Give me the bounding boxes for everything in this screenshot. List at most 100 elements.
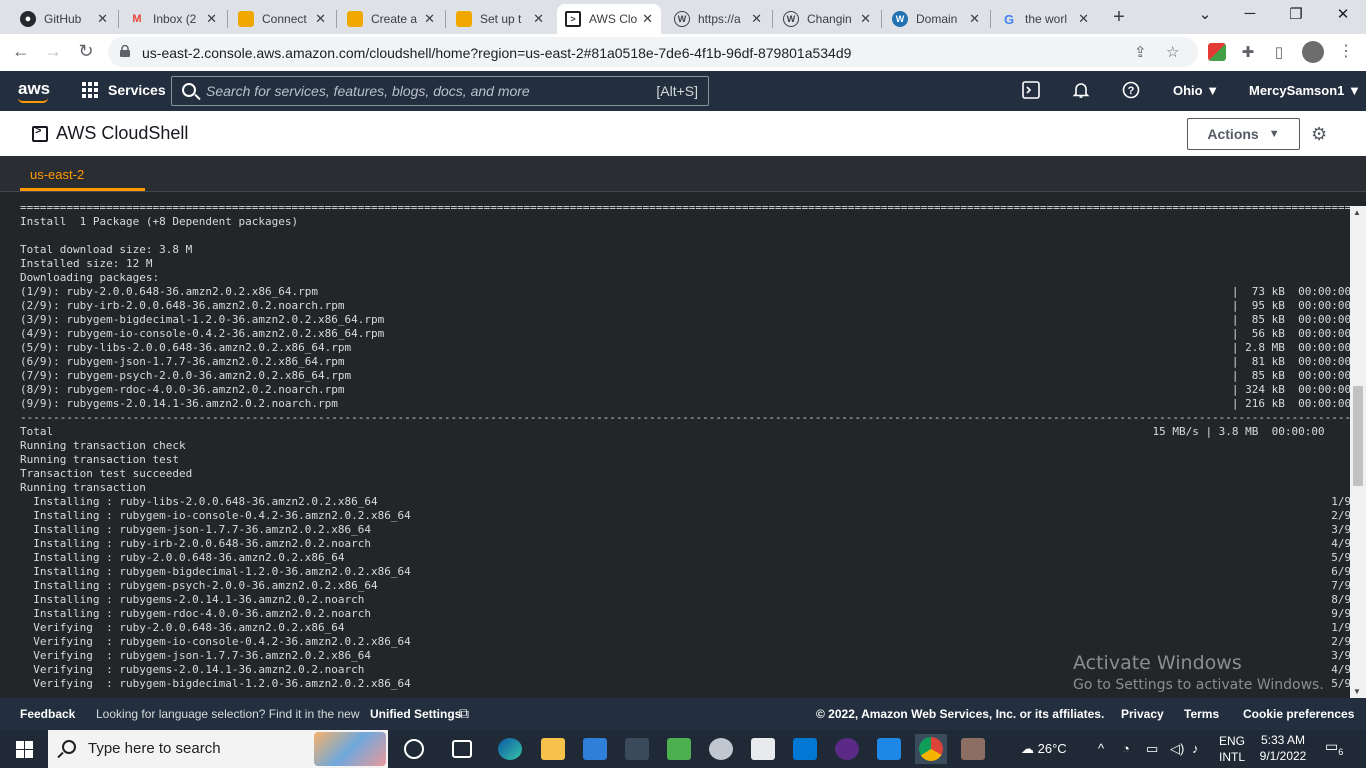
close-icon[interactable]: ✕ [751,11,762,27]
app-icon-2[interactable] [667,738,691,760]
close-icon[interactable]: ✕ [642,11,653,27]
terminal-scrollbar[interactable]: ▲ ▼ [1350,206,1366,698]
privacy-link[interactable]: Privacy [1121,707,1164,721]
app-icon-4[interactable] [835,738,859,760]
terminal-line: Running transaction check [20,439,186,452]
tab-label: https://a [698,12,741,26]
tab-google[interactable]: G the worl ✕ [993,4,1097,34]
edge-icon[interactable] [498,738,522,760]
gear-icon[interactable]: ⚙ [1311,124,1327,145]
windows-start-icon[interactable] [16,741,33,758]
help-icon[interactable]: ? [1122,81,1140,99]
share-icon[interactable]: ⇪ [1134,43,1147,61]
chevron-up-icon[interactable]: ^ [1098,741,1104,756]
tab-setup[interactable]: Set up t ✕ [448,4,552,34]
feedback-link[interactable]: Feedback [20,707,75,721]
region-selector[interactable]: Ohio ▼ [1173,83,1219,98]
actions-button[interactable]: Actions ▼ [1187,118,1300,150]
tab-us-east-2[interactable]: us-east-2 [20,156,145,191]
terminal-line: ----------------------------------------… [20,411,1352,424]
address-bar[interactable]: us-east-2.console.aws.amazon.com/cloudsh… [108,37,1198,67]
weather-widget[interactable]: ☁ 26°C [1021,741,1067,757]
tab-gmail[interactable]: M Inbox (2 ✕ [121,4,225,34]
chrome-taskbar-active[interactable] [915,734,947,764]
bell-icon[interactable] [1072,81,1090,99]
network-icon[interactable]: ◔ [1122,741,1130,756]
reload-button[interactable]: ↻ [75,41,97,62]
side-panel-icon[interactable]: ▯ [1268,43,1290,61]
menu-dots-icon[interactable]: ⋮ [1335,41,1357,61]
back-button[interactable]: ← [10,41,32,62]
profile-avatar[interactable] [1302,41,1324,63]
clock-time: 5:33 AM [1260,733,1306,747]
close-icon[interactable]: ✕ [969,11,980,27]
close-icon[interactable]: ✕ [97,11,108,27]
tab-create[interactable]: Create a ✕ [339,4,443,34]
tab-https[interactable]: W https://a ✕ [666,4,770,34]
tab-changing[interactable]: W Changin ✕ [775,4,879,34]
tab-search-chevron-icon[interactable]: ⌄ [1195,5,1215,23]
services-menu[interactable]: Services [82,82,166,98]
photos-icon[interactable] [877,738,901,760]
taskbar-search-input[interactable]: Type here to search [48,730,388,768]
extension-icon[interactable] [1208,43,1226,61]
aws-logo[interactable]: aws [18,79,50,99]
cookie-preferences-link[interactable]: Cookie preferences [1243,707,1354,721]
close-icon[interactable]: ✕ [533,11,544,27]
lock-icon [120,45,130,57]
terminal-line: (2/9): ruby-irb-2.0.0.648-36.amzn2.0.2.n… [20,299,1352,312]
bookmark-star-icon[interactable]: ☆ [1166,43,1179,61]
cloudshell-icon[interactable] [1022,81,1040,99]
close-icon[interactable]: ✕ [1078,11,1089,27]
close-icon[interactable]: ✕ [424,11,435,27]
github-icon: ● [20,11,36,27]
search-input[interactable]: Search for services, features, blogs, do… [171,76,709,106]
minimize-button[interactable]: ─ [1240,5,1260,22]
app-icon[interactable] [625,738,649,760]
scroll-down-arrow-icon[interactable]: ▼ [1353,687,1361,696]
terminal-line: (6/9): rubygem-json-1.7.7-36.amzn2.0.2.x… [20,355,1352,368]
tab-github[interactable]: ● GitHub ✕ [12,4,116,34]
terminal-line: Total 15 MB/s | 3.8 MB 00:00:00 [20,425,1325,438]
restore-button[interactable]: ❐ [1286,5,1306,23]
close-icon[interactable]: ✕ [860,11,871,27]
puzzle-extensions-icon[interactable]: ✚ [1237,43,1259,61]
app-icon-3[interactable] [709,738,733,760]
vscode-icon[interactable] [793,738,817,760]
tab-connect[interactable]: Connect ✕ [230,4,334,34]
chrome-icon [919,737,943,761]
terminal-line: Total download size: 3.8 M [20,243,193,256]
forward-button[interactable]: → [42,41,64,62]
terminal-pane[interactable]: ========================================… [0,192,1366,698]
task-view-icon[interactable] [452,740,472,758]
close-icon[interactable]: ✕ [206,11,217,27]
cortana-icon[interactable] [404,739,424,759]
tab-domain[interactable]: W Domain ✕ [884,4,988,34]
language-indicator[interactable]: ENG INTL [1219,733,1245,765]
file-explorer-icon[interactable] [541,738,565,760]
tab-aws-cloudshell[interactable]: > AWS Clo ✕ [557,4,661,34]
winrar-icon[interactable] [961,738,985,760]
wordpress-icon: W [892,11,908,27]
speaker-icon[interactable]: ♪ [1192,741,1199,756]
console-footer: Feedback Looking for language selection?… [0,698,1366,730]
account-menu[interactable]: MercySamson1 ▼ [1249,83,1361,98]
store-icon[interactable] [751,738,775,760]
gmail-icon: M [132,13,142,25]
notification-center[interactable]: ▭6 [1325,738,1343,757]
region-label: Ohio [1173,83,1203,98]
tab-separator [336,10,337,28]
terminal-line: (1/9): ruby-2.0.0.648-36.amzn2.0.2.x86_6… [20,285,1352,298]
battery-icon[interactable]: ▭ [1146,741,1158,757]
mail-icon[interactable] [583,738,607,760]
scroll-up-arrow-icon[interactable]: ▲ [1353,208,1361,217]
close-window-button[interactable]: ✕ [1333,5,1353,23]
scrollbar-thumb[interactable] [1353,386,1363,486]
unified-settings-link[interactable]: Unified Settings [370,707,461,721]
new-tab-button[interactable]: + [1108,6,1130,29]
close-icon[interactable]: ✕ [315,11,326,27]
volume-icon[interactable]: ◁) [1170,741,1184,757]
taskbar-clock[interactable]: 5:33 AM 9/1/2022 [1248,732,1318,764]
terms-link[interactable]: Terms [1184,707,1219,721]
wordpress-icon: W [783,11,799,27]
